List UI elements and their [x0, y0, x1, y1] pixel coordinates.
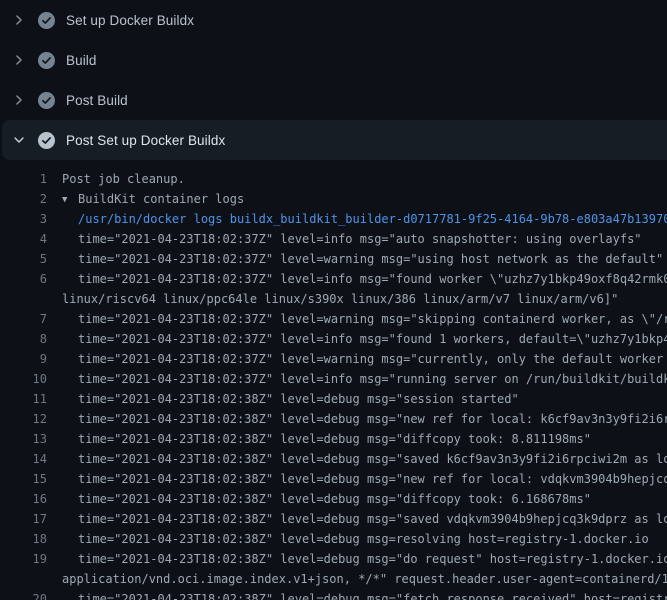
log-text: time="2021-04-23T18:02:38Z" level=debug … [47, 489, 591, 509]
section-label: Build [66, 53, 97, 68]
log-text: linux/riscv64 linux/ppc64le linux/s390x … [47, 289, 618, 309]
log-text: ▼BuildKit container logs [47, 189, 244, 209]
log-text: time="2021-04-23T18:02:37Z" level=warnin… [47, 309, 667, 329]
log-text: application/vnd.oci.image.index.v1+json,… [47, 569, 667, 589]
chevron-right-icon [12, 13, 26, 27]
log-line: 4time="2021-04-23T18:02:37Z" level=info … [0, 229, 667, 249]
line-number[interactable]: 12 [0, 409, 47, 429]
log-line: 18time="2021-04-23T18:02:38Z" level=debu… [0, 529, 667, 549]
log-text: time="2021-04-23T18:02:38Z" level=debug … [47, 549, 667, 569]
log-line: 20time="2021-04-23T18:02:38Z" level=debu… [0, 589, 667, 600]
line-number[interactable]: 18 [0, 529, 47, 549]
step-log-output: 1Post job cleanup.2▼BuildKit container l… [0, 160, 667, 600]
line-number[interactable]: 8 [0, 329, 47, 349]
job-steps-list: Set up Docker Buildx Build Post Build Post … [0, 0, 667, 160]
log-text: time="2021-04-23T18:02:37Z" level=warnin… [47, 349, 667, 369]
log-line: 14time="2021-04-23T18:02:38Z" level=debu… [0, 449, 667, 469]
log-text: time="2021-04-23T18:02:37Z" level=info m… [47, 229, 642, 249]
line-number[interactable]: 17 [0, 509, 47, 529]
line-number[interactable]: 2 [0, 189, 47, 209]
log-text: time="2021-04-23T18:02:38Z" level=debug … [47, 409, 667, 429]
line-number[interactable]: 1 [0, 169, 47, 189]
log-line: 15time="2021-04-23T18:02:38Z" level=debu… [0, 469, 667, 489]
line-number[interactable]: 5 [0, 249, 47, 269]
log-text: time="2021-04-23T18:02:37Z" level=info m… [47, 269, 667, 289]
check-circle-icon [38, 52, 55, 69]
check-circle-icon [38, 92, 55, 109]
line-number[interactable]: 13 [0, 429, 47, 449]
chevron-down-icon [12, 133, 26, 147]
log-text: time="2021-04-23T18:02:37Z" level=info m… [47, 329, 667, 349]
log-line: 5time="2021-04-23T18:02:37Z" level=warni… [0, 249, 667, 269]
line-number[interactable]: 9 [0, 349, 47, 369]
log-text: Post job cleanup. [47, 169, 185, 189]
log-text: time="2021-04-23T18:02:38Z" level=debug … [47, 429, 591, 449]
log-line: 9time="2021-04-23T18:02:37Z" level=warni… [0, 349, 667, 369]
log-line: 13time="2021-04-23T18:02:38Z" level=debu… [0, 429, 667, 449]
log-line: 17time="2021-04-23T18:02:38Z" level=debu… [0, 509, 667, 529]
log-text: time="2021-04-23T18:02:38Z" level=debug … [47, 589, 667, 600]
section-row-set-up-docker-buildx[interactable]: Set up Docker Buildx [0, 0, 667, 40]
line-number[interactable]: 19 [0, 549, 47, 569]
line-number[interactable]: 7 [0, 309, 47, 329]
section-row-post-build[interactable]: Post Build [0, 80, 667, 120]
log-text: time="2021-04-23T18:02:38Z" level=debug … [47, 529, 649, 549]
log-command-text: /usr/bin/docker logs buildx_buildkit_bui… [47, 209, 667, 229]
log-text: time="2021-04-23T18:02:37Z" level=info m… [47, 369, 667, 389]
check-circle-icon [38, 12, 55, 29]
log-text: time="2021-04-23T18:02:38Z" level=debug … [47, 449, 667, 469]
log-group-line: 2▼BuildKit container logs [0, 189, 667, 209]
log-line: 11time="2021-04-23T18:02:38Z" level=debu… [0, 389, 667, 409]
log-line: 16time="2021-04-23T18:02:38Z" level=debu… [0, 489, 667, 509]
section-label: Post Set up Docker Buildx [66, 133, 225, 148]
log-line: 10time="2021-04-23T18:02:37Z" level=info… [0, 369, 667, 389]
section-label: Set up Docker Buildx [66, 13, 194, 28]
log-line: 1Post job cleanup. [0, 169, 667, 189]
line-number[interactable]: 10 [0, 369, 47, 389]
log-line: 3/usr/bin/docker logs buildx_buildkit_bu… [0, 209, 667, 229]
line-number[interactable]: 3 [0, 209, 47, 229]
workflow-log-viewer: Set up Docker Buildx Build Post Build Post … [0, 0, 667, 600]
section-row-post-set-up-docker-buildx[interactable]: Post Set up Docker Buildx [2, 120, 667, 160]
log-line: 19time="2021-04-23T18:02:38Z" level=debu… [0, 549, 667, 569]
triangle-down-icon[interactable]: ▼ [62, 190, 78, 210]
line-number [0, 289, 47, 309]
chevron-right-icon [12, 53, 26, 67]
log-line: 7time="2021-04-23T18:02:37Z" level=warni… [0, 309, 667, 329]
log-line: 6time="2021-04-23T18:02:37Z" level=info … [0, 269, 667, 289]
line-number[interactable]: 20 [0, 589, 47, 600]
log-line-wrap: linux/riscv64 linux/ppc64le linux/s390x … [0, 289, 667, 309]
log-line: 12time="2021-04-23T18:02:38Z" level=debu… [0, 409, 667, 429]
check-circle-icon [38, 132, 55, 149]
log-group-title[interactable]: BuildKit container logs [78, 192, 244, 206]
log-text: time="2021-04-23T18:02:37Z" level=warnin… [47, 249, 663, 269]
line-number[interactable]: 4 [0, 229, 47, 249]
log-line-wrap: application/vnd.oci.image.index.v1+json,… [0, 569, 667, 589]
line-number[interactable]: 15 [0, 469, 47, 489]
log-text: time="2021-04-23T18:02:38Z" level=debug … [47, 469, 667, 489]
log-text: time="2021-04-23T18:02:38Z" level=debug … [47, 389, 519, 409]
line-number[interactable]: 14 [0, 449, 47, 469]
section-label: Post Build [66, 93, 128, 108]
chevron-right-icon [12, 93, 26, 107]
line-number [0, 569, 47, 589]
section-row-build[interactable]: Build [0, 40, 667, 80]
line-number[interactable]: 16 [0, 489, 47, 509]
log-line: 8time="2021-04-23T18:02:37Z" level=info … [0, 329, 667, 349]
log-text: time="2021-04-23T18:02:38Z" level=debug … [47, 509, 667, 529]
line-number[interactable]: 11 [0, 389, 47, 409]
line-number[interactable]: 6 [0, 269, 47, 289]
